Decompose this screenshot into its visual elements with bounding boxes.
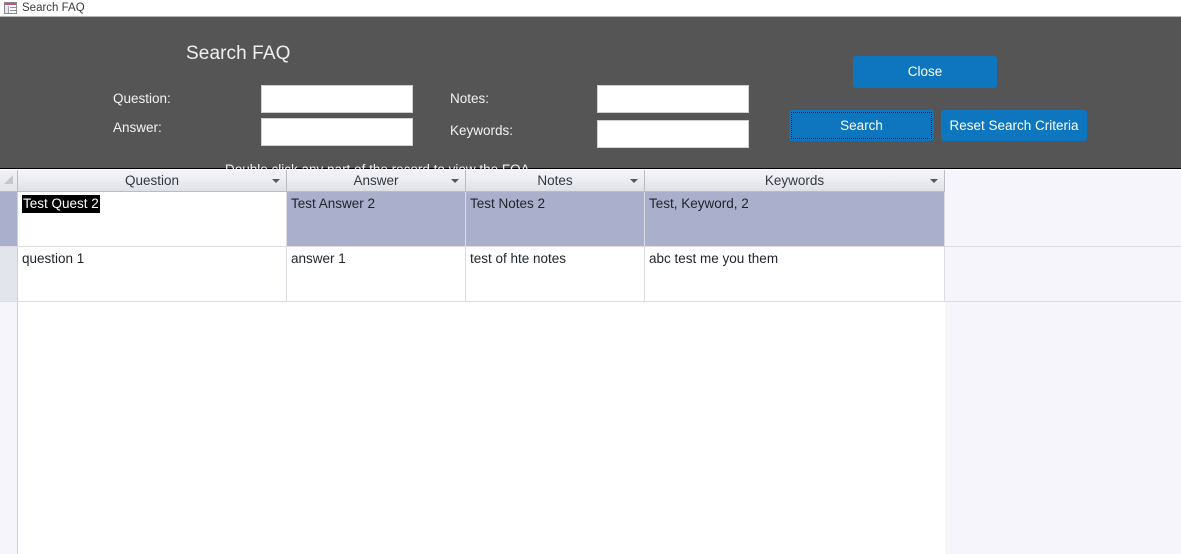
row-selector[interactable] [0, 247, 18, 301]
search-button[interactable]: Search [789, 110, 934, 141]
chevron-down-icon[interactable] [930, 179, 938, 183]
notes-search-input[interactable] [597, 85, 749, 113]
column-header-answer[interactable]: Answer [287, 170, 466, 192]
column-header-label: Keywords [764, 173, 825, 188]
column-header-notes[interactable]: Notes [466, 170, 645, 192]
access-form-icon [4, 2, 17, 14]
answer-label: Answer: [113, 120, 162, 135]
datasheet-header-row: Question Answer Notes Keywords [0, 170, 1181, 192]
document-tab-search-faq[interactable]: Search FAQ [0, 0, 93, 16]
close-button[interactable]: Close [853, 56, 997, 88]
table-cell-keywords[interactable]: Test, Keyword, 2 [645, 192, 945, 246]
table-cell-answer[interactable]: answer 1 [287, 247, 466, 301]
keywords-label: Keywords: [450, 123, 514, 138]
form-header-panel: Search FAQ Question: Answer: Notes: Keyw… [0, 17, 1181, 177]
table-cell-keywords[interactable]: abc test me you them [645, 247, 945, 301]
table-cell-notes[interactable]: Test Notes 2 [466, 192, 645, 246]
selected-cell-text: Test Quest 2 [22, 195, 100, 213]
reset-search-criteria-button[interactable]: Reset Search Criteria [941, 110, 1087, 141]
answer-search-input[interactable] [261, 118, 413, 146]
column-header-label: Question [124, 173, 180, 188]
chevron-down-icon[interactable] [630, 179, 638, 183]
table-cell-answer[interactable]: Test Answer 2 [287, 192, 466, 246]
select-all-corner-button[interactable] [0, 170, 18, 192]
row-selector[interactable] [0, 192, 18, 246]
chevron-down-icon[interactable] [451, 179, 459, 183]
question-search-input[interactable] [261, 85, 413, 113]
column-header-question[interactable]: Question [18, 170, 287, 192]
document-tab-label: Search FAQ [22, 2, 85, 14]
table-cell-notes[interactable]: test of hte notes [466, 247, 645, 301]
document-tab-strip: Search FAQ [0, 0, 1181, 17]
chevron-down-icon[interactable] [272, 179, 280, 183]
results-datasheet: Question Answer Notes Keywords Test Quest 2… [0, 170, 1181, 554]
table-row[interactable]: question 1 answer 1 test of hte notes abc t… [0, 247, 1181, 302]
page-title: Search FAQ [186, 43, 291, 64]
column-header-keywords[interactable]: Keywords [645, 170, 945, 192]
column-header-label: Notes [537, 173, 573, 188]
table-row[interactable]: Test Quest 2 Test Answer 2 Test Notes 2 Tes… [0, 192, 1181, 247]
keywords-search-input[interactable] [597, 120, 749, 148]
question-label: Question: [113, 91, 171, 106]
column-header-label: Answer [353, 173, 399, 188]
notes-label: Notes: [450, 91, 490, 106]
table-cell-question[interactable]: Test Quest 2 [18, 192, 287, 246]
table-cell-question[interactable]: question 1 [18, 247, 287, 301]
